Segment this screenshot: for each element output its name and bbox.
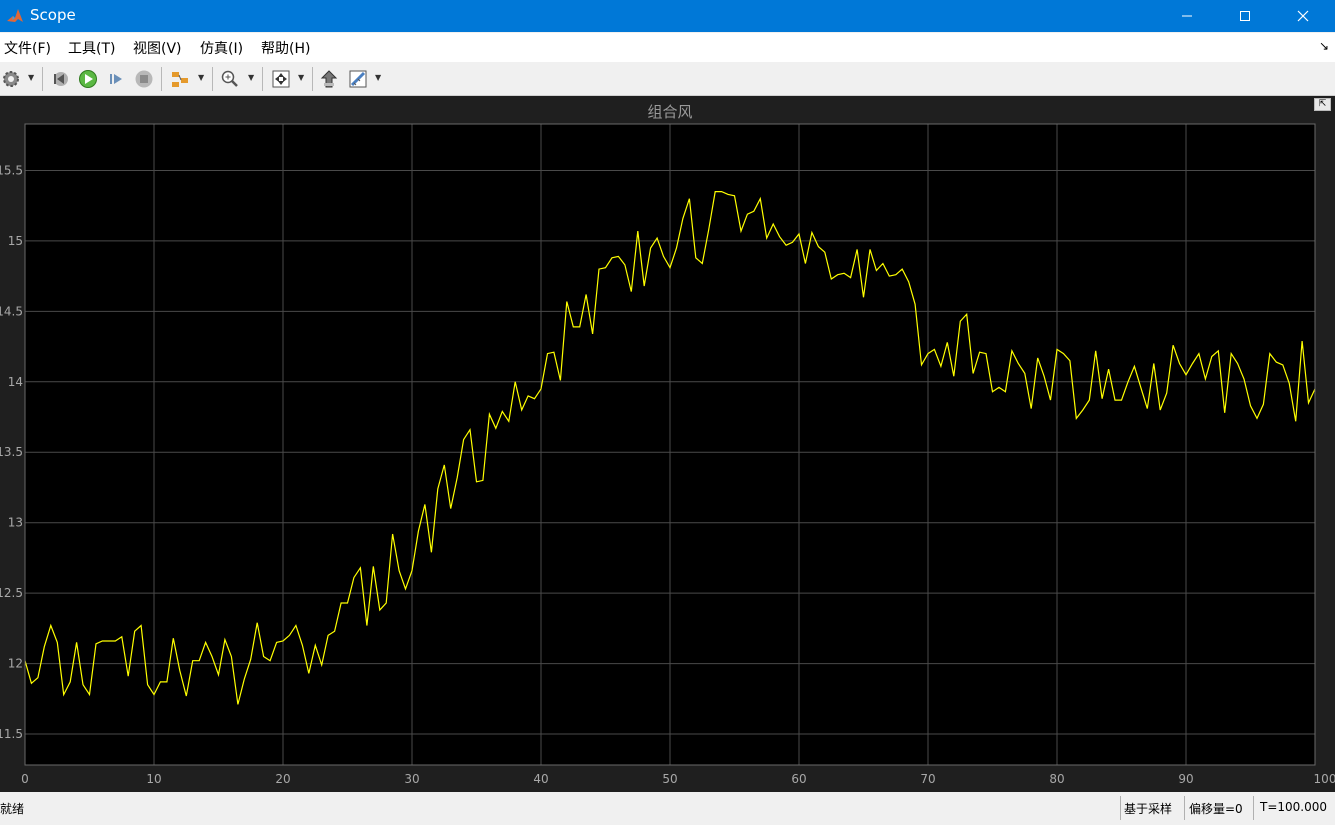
title-bar: Scope xyxy=(0,0,1335,32)
y-tick-label: 12 xyxy=(8,657,23,671)
toolbar: ▼ ▼ ▼ ▼ ▼ xyxy=(0,62,1335,96)
status-offset: 偏移量=0 xyxy=(1189,802,1243,816)
close-icon xyxy=(1297,10,1309,22)
menu-bar: 文件(F) 工具(T) 视图(V) 仿真(I) 帮助(H) ↘ xyxy=(0,33,1335,62)
measurement-icon xyxy=(349,70,367,88)
toolbar-separator xyxy=(312,67,313,91)
x-tick-label: 100 xyxy=(1314,772,1335,786)
maximize-button[interactable] xyxy=(1216,0,1274,32)
x-tick-label: 50 xyxy=(662,772,677,786)
undock-arrow-icon[interactable]: ↘ xyxy=(1319,39,1329,53)
minimize-button[interactable] xyxy=(1158,0,1216,32)
y-tick-label: 14.5 xyxy=(0,304,23,318)
gear-icon xyxy=(3,71,19,87)
status-divider xyxy=(1120,796,1121,820)
y-tick-label: 15 xyxy=(8,234,23,248)
menu-view[interactable]: 视图(V) xyxy=(133,38,182,58)
autoscale-icon xyxy=(272,70,290,88)
y-tick-label: 13 xyxy=(8,516,23,530)
simulink-button[interactable] xyxy=(318,68,340,90)
status-divider xyxy=(1184,796,1185,820)
measurement-dropdown-icon[interactable]: ▼ xyxy=(375,73,381,82)
x-tick-label: 20 xyxy=(275,772,290,786)
y-tick-label: 14 xyxy=(8,375,23,389)
y-tick-label: 12.5 xyxy=(0,586,23,600)
plot-title: 组合风 xyxy=(647,103,692,121)
simulink-icon xyxy=(320,70,338,88)
run-icon xyxy=(79,70,97,88)
x-tick-label: 70 xyxy=(920,772,935,786)
run-button[interactable] xyxy=(77,68,99,90)
status-sample-mode: 基于采样 xyxy=(1124,802,1173,816)
highlight-icon xyxy=(172,72,188,87)
autoscale-button[interactable] xyxy=(270,68,292,90)
toolbar-separator xyxy=(262,67,263,91)
x-tick-label: 0 xyxy=(21,772,29,786)
toolbar-separator xyxy=(42,67,43,91)
y-tick-label: 13.5 xyxy=(0,445,23,459)
menu-tools[interactable]: 工具(T) xyxy=(68,38,115,58)
status-time: T=100.000 xyxy=(1260,800,1328,814)
zoom-icon xyxy=(221,70,238,87)
toolbar-separator xyxy=(161,67,162,91)
x-tick-label: 90 xyxy=(1178,772,1193,786)
status-bar: 就绪 基于采样 偏移量=0 T=100.000 xyxy=(0,792,1335,825)
zoom-dropdown-icon[interactable]: ▼ xyxy=(248,73,254,82)
highlight-dropdown-icon[interactable]: ▼ xyxy=(198,73,204,82)
dock-icon[interactable]: ⇱ xyxy=(1314,98,1331,111)
step-back-icon xyxy=(54,72,68,86)
menu-file[interactable]: 文件(F) xyxy=(4,38,51,58)
status-ready: 就绪 xyxy=(0,802,25,816)
maximize-icon xyxy=(1240,11,1250,21)
measurement-button[interactable] xyxy=(347,68,369,90)
y-tick-label: 11.5 xyxy=(0,727,23,741)
x-tick-label: 80 xyxy=(1049,772,1064,786)
minimize-icon xyxy=(1182,15,1192,17)
step-back-button[interactable] xyxy=(49,68,71,90)
menu-simulation[interactable]: 仿真(I) xyxy=(200,38,243,58)
step-forward-button[interactable] xyxy=(105,68,127,90)
x-tick-label: 60 xyxy=(791,772,806,786)
scope-display: 组合风 0 10 20 30 40 50 60 70 80 90 100 11.5 12 12.5 13 13… xyxy=(0,96,1335,792)
matlab-logo-icon xyxy=(7,9,23,22)
autoscale-dropdown-icon[interactable]: ▼ xyxy=(298,73,304,82)
toolbar-separator xyxy=(212,67,213,91)
window-title: Scope xyxy=(30,6,76,24)
status-divider xyxy=(1253,796,1254,820)
close-button[interactable] xyxy=(1274,0,1332,32)
menu-help[interactable]: 帮助(H) xyxy=(261,38,310,58)
step-forward-icon xyxy=(110,74,122,84)
x-tick-label: 30 xyxy=(404,772,419,786)
y-tick-label: 15.5 xyxy=(0,163,23,177)
scope-plot[interactable]: 组合风 0 10 20 30 40 50 60 70 80 90 100 11.5 12 12.5 13 13… xyxy=(0,96,1335,792)
settings-dropdown-icon[interactable]: ▼ xyxy=(28,73,34,82)
x-tick-label: 40 xyxy=(533,772,548,786)
x-tick-label: 10 xyxy=(146,772,161,786)
zoom-button[interactable] xyxy=(219,68,241,90)
stop-icon xyxy=(135,70,153,88)
settings-button[interactable] xyxy=(0,68,22,90)
highlight-button[interactable] xyxy=(169,68,191,90)
stop-button[interactable] xyxy=(133,68,155,90)
